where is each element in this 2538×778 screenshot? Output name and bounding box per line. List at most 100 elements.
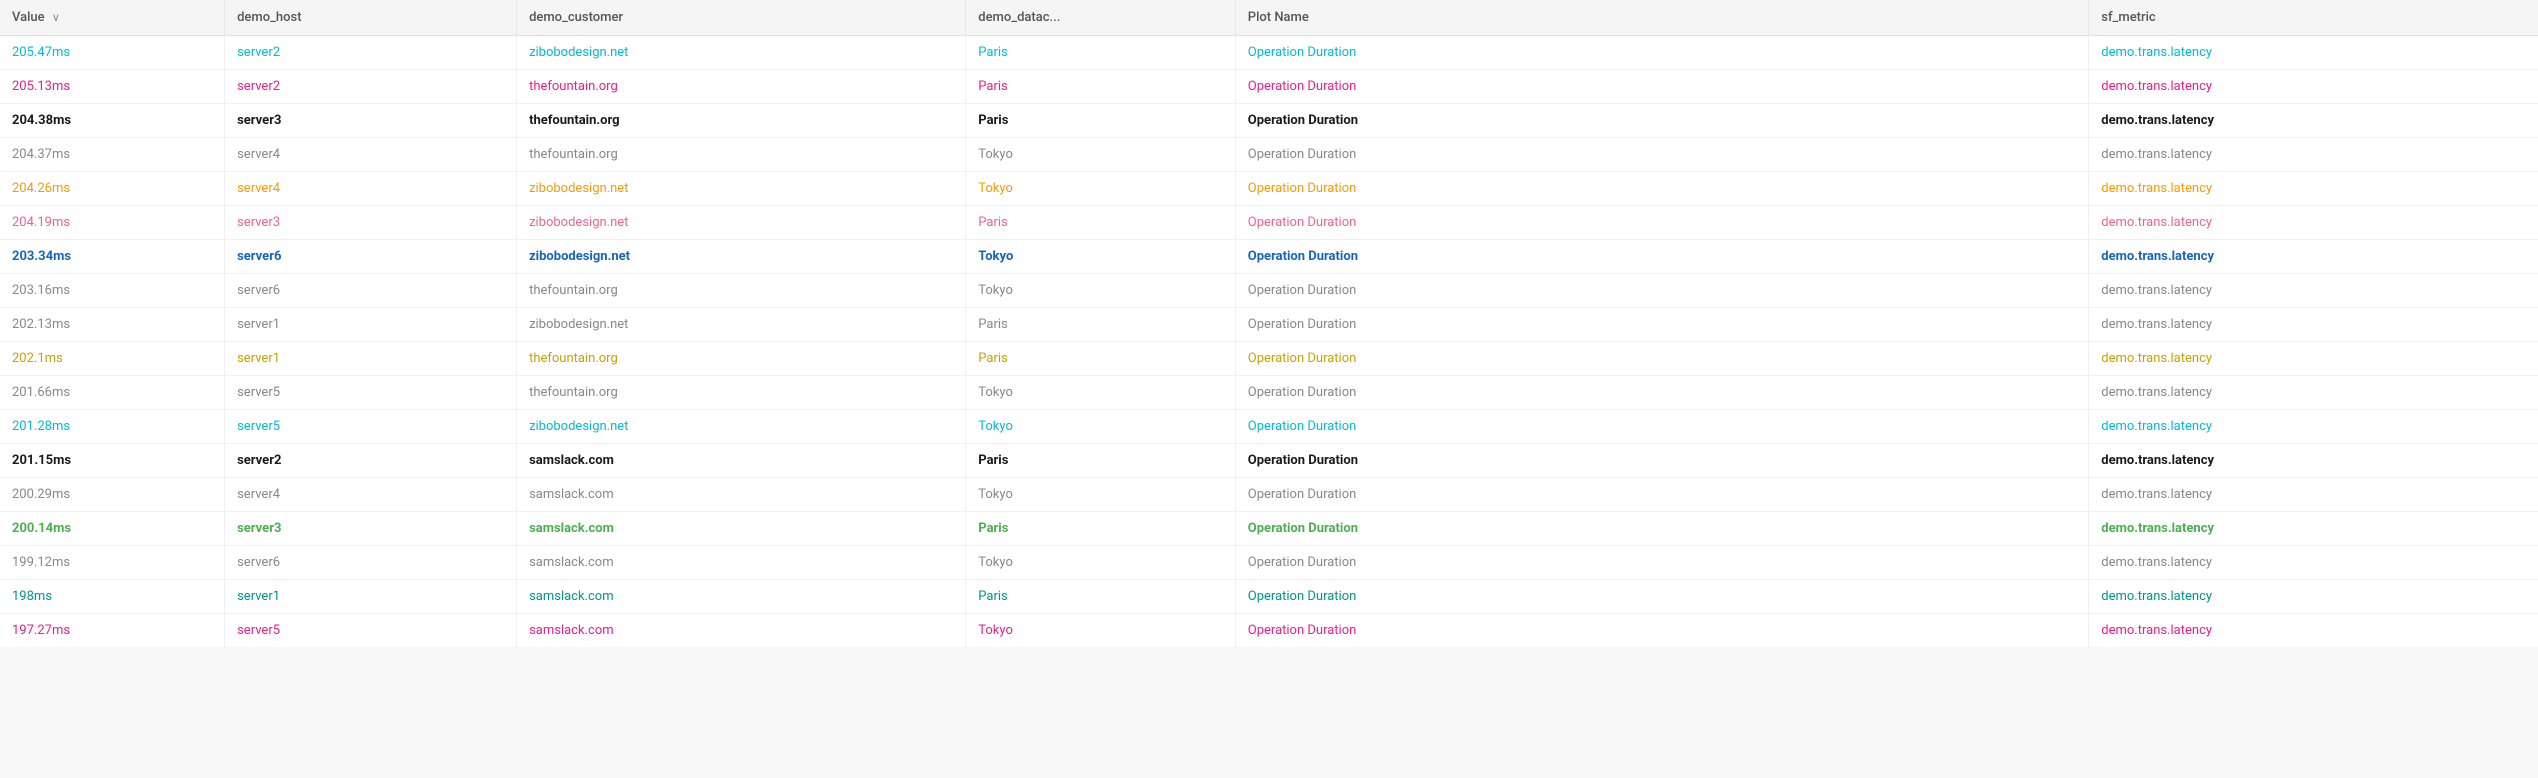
cell-demo_customer: zibobodesign.net [517, 172, 966, 206]
cell-sf_metric: demo.trans.latency [2089, 342, 2538, 376]
cell-demo_datac: Paris [966, 342, 1236, 376]
cell-sf_metric: demo.trans.latency [2089, 172, 2538, 206]
cell-demo_host: server4 [225, 172, 517, 206]
cell-value: 202.1ms [0, 342, 225, 376]
cell-sf_metric: demo.trans.latency [2089, 138, 2538, 172]
cell-plot_name: Operation Duration [1235, 342, 2088, 376]
table-row: 205.47msserver2zibobodesign.netParisOper… [0, 36, 2538, 70]
cell-value: 199.12ms [0, 546, 225, 580]
cell-demo_datac: Paris [966, 70, 1236, 104]
cell-value: 205.13ms [0, 70, 225, 104]
cell-demo_customer: thefountain.org [517, 376, 966, 410]
cell-demo_datac: Tokyo [966, 138, 1236, 172]
cell-demo_customer: thefountain.org [517, 342, 966, 376]
cell-demo_host: server5 [225, 410, 517, 444]
table-row: 197.27msserver5samslack.comTokyoOperatio… [0, 614, 2538, 648]
cell-plot_name: Operation Duration [1235, 410, 2088, 444]
cell-demo_host: server1 [225, 308, 517, 342]
col-value-label: Value [12, 10, 45, 25]
cell-plot_name: Operation Duration [1235, 580, 2088, 614]
cell-plot_name: Operation Duration [1235, 138, 2088, 172]
col-header-sf-metric[interactable]: sf_metric [2089, 0, 2538, 36]
cell-sf_metric: demo.trans.latency [2089, 410, 2538, 444]
cell-demo_datac: Tokyo [966, 478, 1236, 512]
data-table: Value ∨ demo_host demo_customer demo_dat… [0, 0, 2538, 647]
cell-demo_host: server4 [225, 138, 517, 172]
cell-demo_datac: Tokyo [966, 546, 1236, 580]
cell-demo_customer: samslack.com [517, 444, 966, 478]
col-demo-datac-label: demo_datac... [978, 10, 1060, 25]
col-sf-metric-label: sf_metric [2101, 10, 2155, 25]
table-row: 204.37msserver4thefountain.orgTokyoOpera… [0, 138, 2538, 172]
cell-plot_name: Operation Duration [1235, 376, 2088, 410]
cell-demo_customer: zibobodesign.net [517, 410, 966, 444]
cell-value: 204.19ms [0, 206, 225, 240]
table-row: 202.1msserver1thefountain.orgParisOperat… [0, 342, 2538, 376]
cell-sf_metric: demo.trans.latency [2089, 240, 2538, 274]
col-header-demo-host[interactable]: demo_host [225, 0, 517, 36]
cell-demo_host: server2 [225, 70, 517, 104]
cell-plot_name: Operation Duration [1235, 206, 2088, 240]
cell-demo_customer: zibobodesign.net [517, 308, 966, 342]
cell-demo_customer: zibobodesign.net [517, 36, 966, 70]
cell-plot_name: Operation Duration [1235, 478, 2088, 512]
cell-plot_name: Operation Duration [1235, 172, 2088, 206]
cell-demo_datac: Paris [966, 104, 1236, 138]
cell-plot_name: Operation Duration [1235, 274, 2088, 308]
col-plot-name-label: Plot Name [1248, 10, 1309, 25]
cell-plot_name: Operation Duration [1235, 444, 2088, 478]
cell-demo_customer: samslack.com [517, 614, 966, 648]
cell-demo_datac: Paris [966, 308, 1236, 342]
table-row: 200.14msserver3samslack.comParisOperatio… [0, 512, 2538, 546]
cell-demo_host: server1 [225, 342, 517, 376]
cell-demo_customer: samslack.com [517, 580, 966, 614]
cell-demo_datac: Tokyo [966, 614, 1236, 648]
table-row: 200.29msserver4samslack.comTokyoOperatio… [0, 478, 2538, 512]
cell-sf_metric: demo.trans.latency [2089, 444, 2538, 478]
cell-demo_host: server6 [225, 240, 517, 274]
cell-demo_host: server1 [225, 580, 517, 614]
cell-demo_customer: thefountain.org [517, 138, 966, 172]
cell-plot_name: Operation Duration [1235, 70, 2088, 104]
cell-sf_metric: demo.trans.latency [2089, 206, 2538, 240]
cell-demo_customer: samslack.com [517, 546, 966, 580]
table-row: 203.16msserver6thefountain.orgTokyoOpera… [0, 274, 2538, 308]
cell-demo_datac: Paris [966, 206, 1236, 240]
cell-sf_metric: demo.trans.latency [2089, 376, 2538, 410]
col-header-plot-name[interactable]: Plot Name [1235, 0, 2088, 36]
table-row: 198msserver1samslack.comParisOperation D… [0, 580, 2538, 614]
cell-plot_name: Operation Duration [1235, 36, 2088, 70]
col-demo-customer-label: demo_customer [529, 10, 623, 25]
cell-demo_customer: zibobodesign.net [517, 206, 966, 240]
cell-value: 203.16ms [0, 274, 225, 308]
cell-value: 203.34ms [0, 240, 225, 274]
cell-value: 201.15ms [0, 444, 225, 478]
cell-demo_datac: Tokyo [966, 172, 1236, 206]
cell-sf_metric: demo.trans.latency [2089, 308, 2538, 342]
cell-value: 197.27ms [0, 614, 225, 648]
cell-demo_host: server3 [225, 512, 517, 546]
cell-demo_customer: thefountain.org [517, 70, 966, 104]
cell-value: 204.38ms [0, 104, 225, 138]
table-row: 202.13msserver1zibobodesign.netParisOper… [0, 308, 2538, 342]
cell-value: 202.13ms [0, 308, 225, 342]
col-demo-host-label: demo_host [237, 10, 301, 25]
cell-value: 204.37ms [0, 138, 225, 172]
cell-sf_metric: demo.trans.latency [2089, 580, 2538, 614]
cell-demo_datac: Paris [966, 580, 1236, 614]
cell-sf_metric: demo.trans.latency [2089, 512, 2538, 546]
cell-demo_customer: samslack.com [517, 512, 966, 546]
cell-plot_name: Operation Duration [1235, 614, 2088, 648]
col-header-demo-customer[interactable]: demo_customer [517, 0, 966, 36]
cell-demo_datac: Paris [966, 36, 1236, 70]
cell-sf_metric: demo.trans.latency [2089, 546, 2538, 580]
col-header-value[interactable]: Value ∨ [0, 0, 225, 36]
col-header-demo-datac[interactable]: demo_datac... [966, 0, 1236, 36]
cell-demo_host: server3 [225, 104, 517, 138]
sort-desc-icon: ∨ [52, 11, 60, 24]
cell-demo_host: server6 [225, 546, 517, 580]
cell-demo_host: server2 [225, 444, 517, 478]
cell-value: 200.14ms [0, 512, 225, 546]
table-row: 205.13msserver2thefountain.orgParisOpera… [0, 70, 2538, 104]
cell-demo_host: server5 [225, 614, 517, 648]
